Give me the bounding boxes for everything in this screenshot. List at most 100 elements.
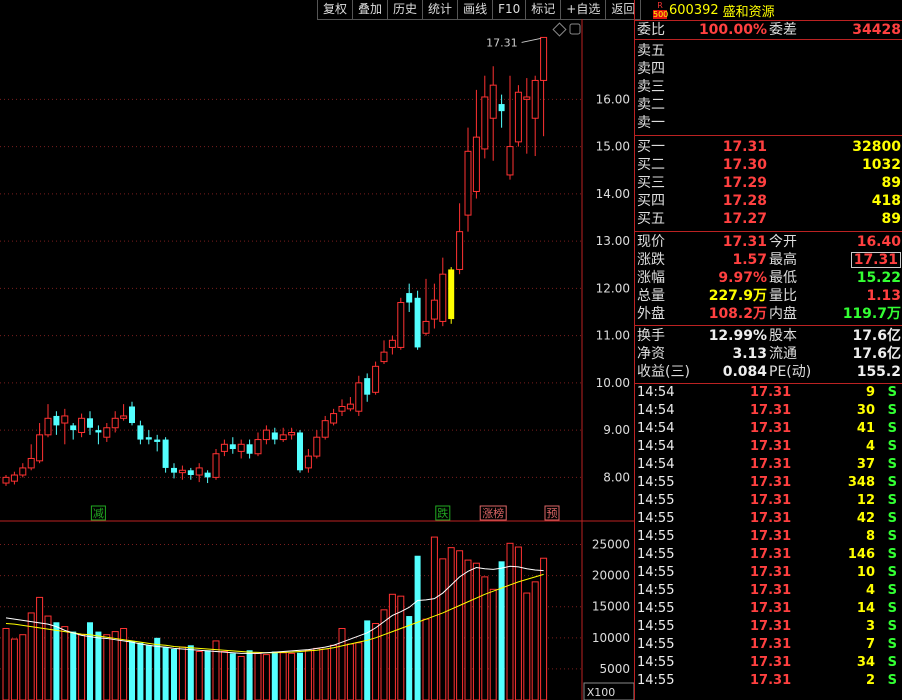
tick-volume: 8 [865,529,875,544]
volume-bar [36,596,44,700]
tick-side: S [887,457,897,472]
tick-side: S [887,601,897,616]
f10-button[interactable]: F10 [492,0,527,20]
event-marker-label: 预 [547,507,558,520]
tick-row: 14:54 17.31 30 S [635,402,902,420]
tick-side: S [887,619,897,634]
share-capital-value: 17.6亿 [852,328,901,344]
candle-body [514,91,522,143]
volume-bar [70,631,77,700]
tick-side: S [887,565,897,580]
price-tick-label: 9.00 [603,423,630,437]
ask-label: 卖三 [637,79,665,95]
tick-row: 14:54 17.31 4 S [635,438,902,456]
tick-price: 17.31 [750,457,792,472]
candle-body [388,339,396,348]
candle-body [2,476,10,484]
bid-row: 买二 17.30 1032 [635,156,902,174]
net-assets-value: 3.13 [732,346,767,362]
candle-body [406,293,413,303]
tick-list[interactable]: 14:54 17.31 9 S 14:54 17.31 30 S 14:54 17.31 41 S 14… [635,384,902,690]
tick-price: 17.31 [750,565,792,580]
ask-row: 卖五 [635,42,902,60]
history-button[interactable]: 历史 [387,0,424,20]
overlay-button[interactable]: 叠加 [352,0,389,20]
volume-bar [422,618,430,700]
mark-button[interactable]: 标记 [525,0,562,20]
bid-price: 17.27 [722,211,767,227]
price-tick-label: 14.00 [596,187,630,201]
candle-body [297,432,303,471]
tick-volume: 4 [865,583,875,598]
volume-bar [254,652,262,700]
volume-bar [111,631,119,700]
tick-time: 14:55 [637,547,675,562]
volume-bar [103,634,111,700]
tick-side: S [887,655,897,670]
bid-row: 买五 17.27 89 [635,210,902,228]
candle-body [145,437,152,440]
quote-panel: R 500 600392 盛和资源 委比 100.00% 委差 34428 卖五 … [634,0,902,700]
volume-bar [464,559,472,700]
tick-time: 14:55 [637,673,675,688]
volume-bar [87,622,93,700]
quote-row: 涨跌 1.57 最高 17.31 [635,251,902,269]
candle-body [464,150,472,216]
candle-body [103,427,111,438]
pane-toggle-icon[interactable] [569,23,581,35]
candle-body [229,444,236,450]
candle-body [129,406,135,424]
float-label: 流通 [769,346,797,362]
volume-bar [19,634,27,700]
bid-book: 买一 17.31 32800 买二 17.30 1032 买三 17.29 89 买四 17.… [635,136,902,232]
bid-volume: 89 [881,175,901,191]
restore-rights-button[interactable]: 复权 [317,0,354,20]
candle-body [178,469,186,474]
volume-bar [514,546,522,700]
volume-bar [540,557,548,700]
candle-body [380,351,388,363]
bid-row: 买四 17.28 418 [635,192,902,210]
tick-volume: 41 [856,421,875,436]
bid-volume: 418 [871,193,901,209]
tick-time: 14:55 [637,655,675,670]
tick-time: 14:54 [637,439,675,454]
fund-row: 换手 12.99% 股本 17.6亿 [635,327,902,345]
candle-body [111,417,119,429]
low-label: 最低 [769,270,797,286]
tick-price: 17.31 [750,547,792,562]
tick-price: 17.31 [750,655,792,670]
volume-ratio-label: 量比 [769,288,797,304]
tick-price: 17.31 [750,421,792,436]
candle-body [70,425,77,431]
volume-bar [53,622,60,700]
add-favorite-button[interactable]: +自选 [560,0,607,20]
candle-body [10,474,18,482]
turnover-label: 换手 [637,328,665,344]
candle-body [171,467,177,473]
current-price-label: 现价 [637,234,665,250]
volume-tick-label: 25000 [592,538,630,552]
candle-body [498,104,505,112]
volume-bar [355,642,363,700]
tick-time: 14:54 [637,403,675,418]
quote-row: 外盘 108.2万 内盘 119.7万 [635,305,902,323]
volume-tick-label: 5000 [599,662,630,676]
tick-side: S [887,421,897,436]
tick-row: 14:55 17.31 146 S [635,546,902,564]
volume-tick-label: 15000 [592,600,630,614]
tick-row: 14:54 17.31 9 S [635,384,902,402]
kline-chart[interactable]: 8.00 9.00 10.00 11.00 12.00 13.00 14.00 15.00 16… [0,19,634,700]
tick-row: 14:55 17.31 10 S [635,564,902,582]
tick-side: S [887,475,897,490]
volume-bar [531,581,539,700]
diamond-icon[interactable] [552,22,567,37]
total-volume-value: 227.9万 [708,288,767,304]
float-value: 17.6亿 [852,346,901,362]
candle-body [246,444,253,454]
tick-volume: 34 [856,655,875,670]
open-label: 今开 [769,234,797,250]
candle-body [346,403,354,410]
statistics-button[interactable]: 统计 [422,0,459,20]
draw-line-button[interactable]: 画线 [457,0,494,20]
